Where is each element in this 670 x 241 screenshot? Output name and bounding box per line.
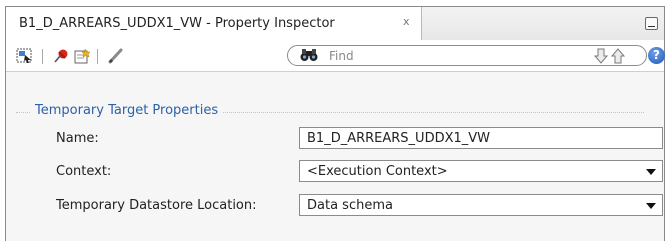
toolbar: Find ? <box>6 40 665 72</box>
select-node-icon[interactable] <box>16 48 33 67</box>
help-icon[interactable]: ? <box>648 47 665 64</box>
temporary-datastore-location-value: Data schema <box>307 198 393 213</box>
tab-property-inspector[interactable]: B1_D_ARREARS_UDDX1_VW - Property Inspect… <box>6 7 422 40</box>
tab-close-icon[interactable]: x <box>403 15 410 28</box>
search-field[interactable]: Find <box>287 45 647 66</box>
context-label: Context: <box>56 164 112 179</box>
binoculars-icon <box>299 48 319 65</box>
properties-panel: Temporary Target Properties Name: B1_D_A… <box>6 72 664 241</box>
minimize-icon[interactable] <box>645 17 658 30</box>
search-input[interactable]: Find <box>329 49 354 63</box>
pin-icon[interactable] <box>53 48 70 67</box>
context-select[interactable]: <Execution Context> <box>299 160 663 182</box>
name-field[interactable]: B1_D_ARREARS_UDDX1_VW <box>299 127 663 149</box>
toolbar-separator <box>42 49 43 64</box>
tab-strip: B1_D_ARREARS_UDDX1_VW - Property Inspect… <box>6 7 664 40</box>
temporary-datastore-location-label: Temporary Datastore Location: <box>56 198 257 213</box>
toolbar-separator <box>97 49 98 64</box>
group-title: Temporary Target Properties <box>31 103 223 118</box>
tab-title: B1_D_ARREARS_UDDX1_VW - Property Inspect… <box>19 16 335 31</box>
find-previous-icon[interactable] <box>610 48 626 67</box>
chevron-down-icon <box>646 203 656 209</box>
property-inspector-window: B1_D_ARREARS_UDDX1_VW - Property Inspect… <box>5 6 665 241</box>
group-divider <box>16 112 30 113</box>
find-next-icon[interactable] <box>593 48 609 67</box>
edit-properties-icon[interactable] <box>74 48 91 67</box>
temporary-datastore-location-select[interactable]: Data schema <box>299 194 663 216</box>
pencil-icon[interactable] <box>107 48 124 67</box>
name-label: Name: <box>56 131 99 146</box>
chevron-down-icon <box>646 169 656 175</box>
context-select-value: <Execution Context> <box>307 164 448 179</box>
